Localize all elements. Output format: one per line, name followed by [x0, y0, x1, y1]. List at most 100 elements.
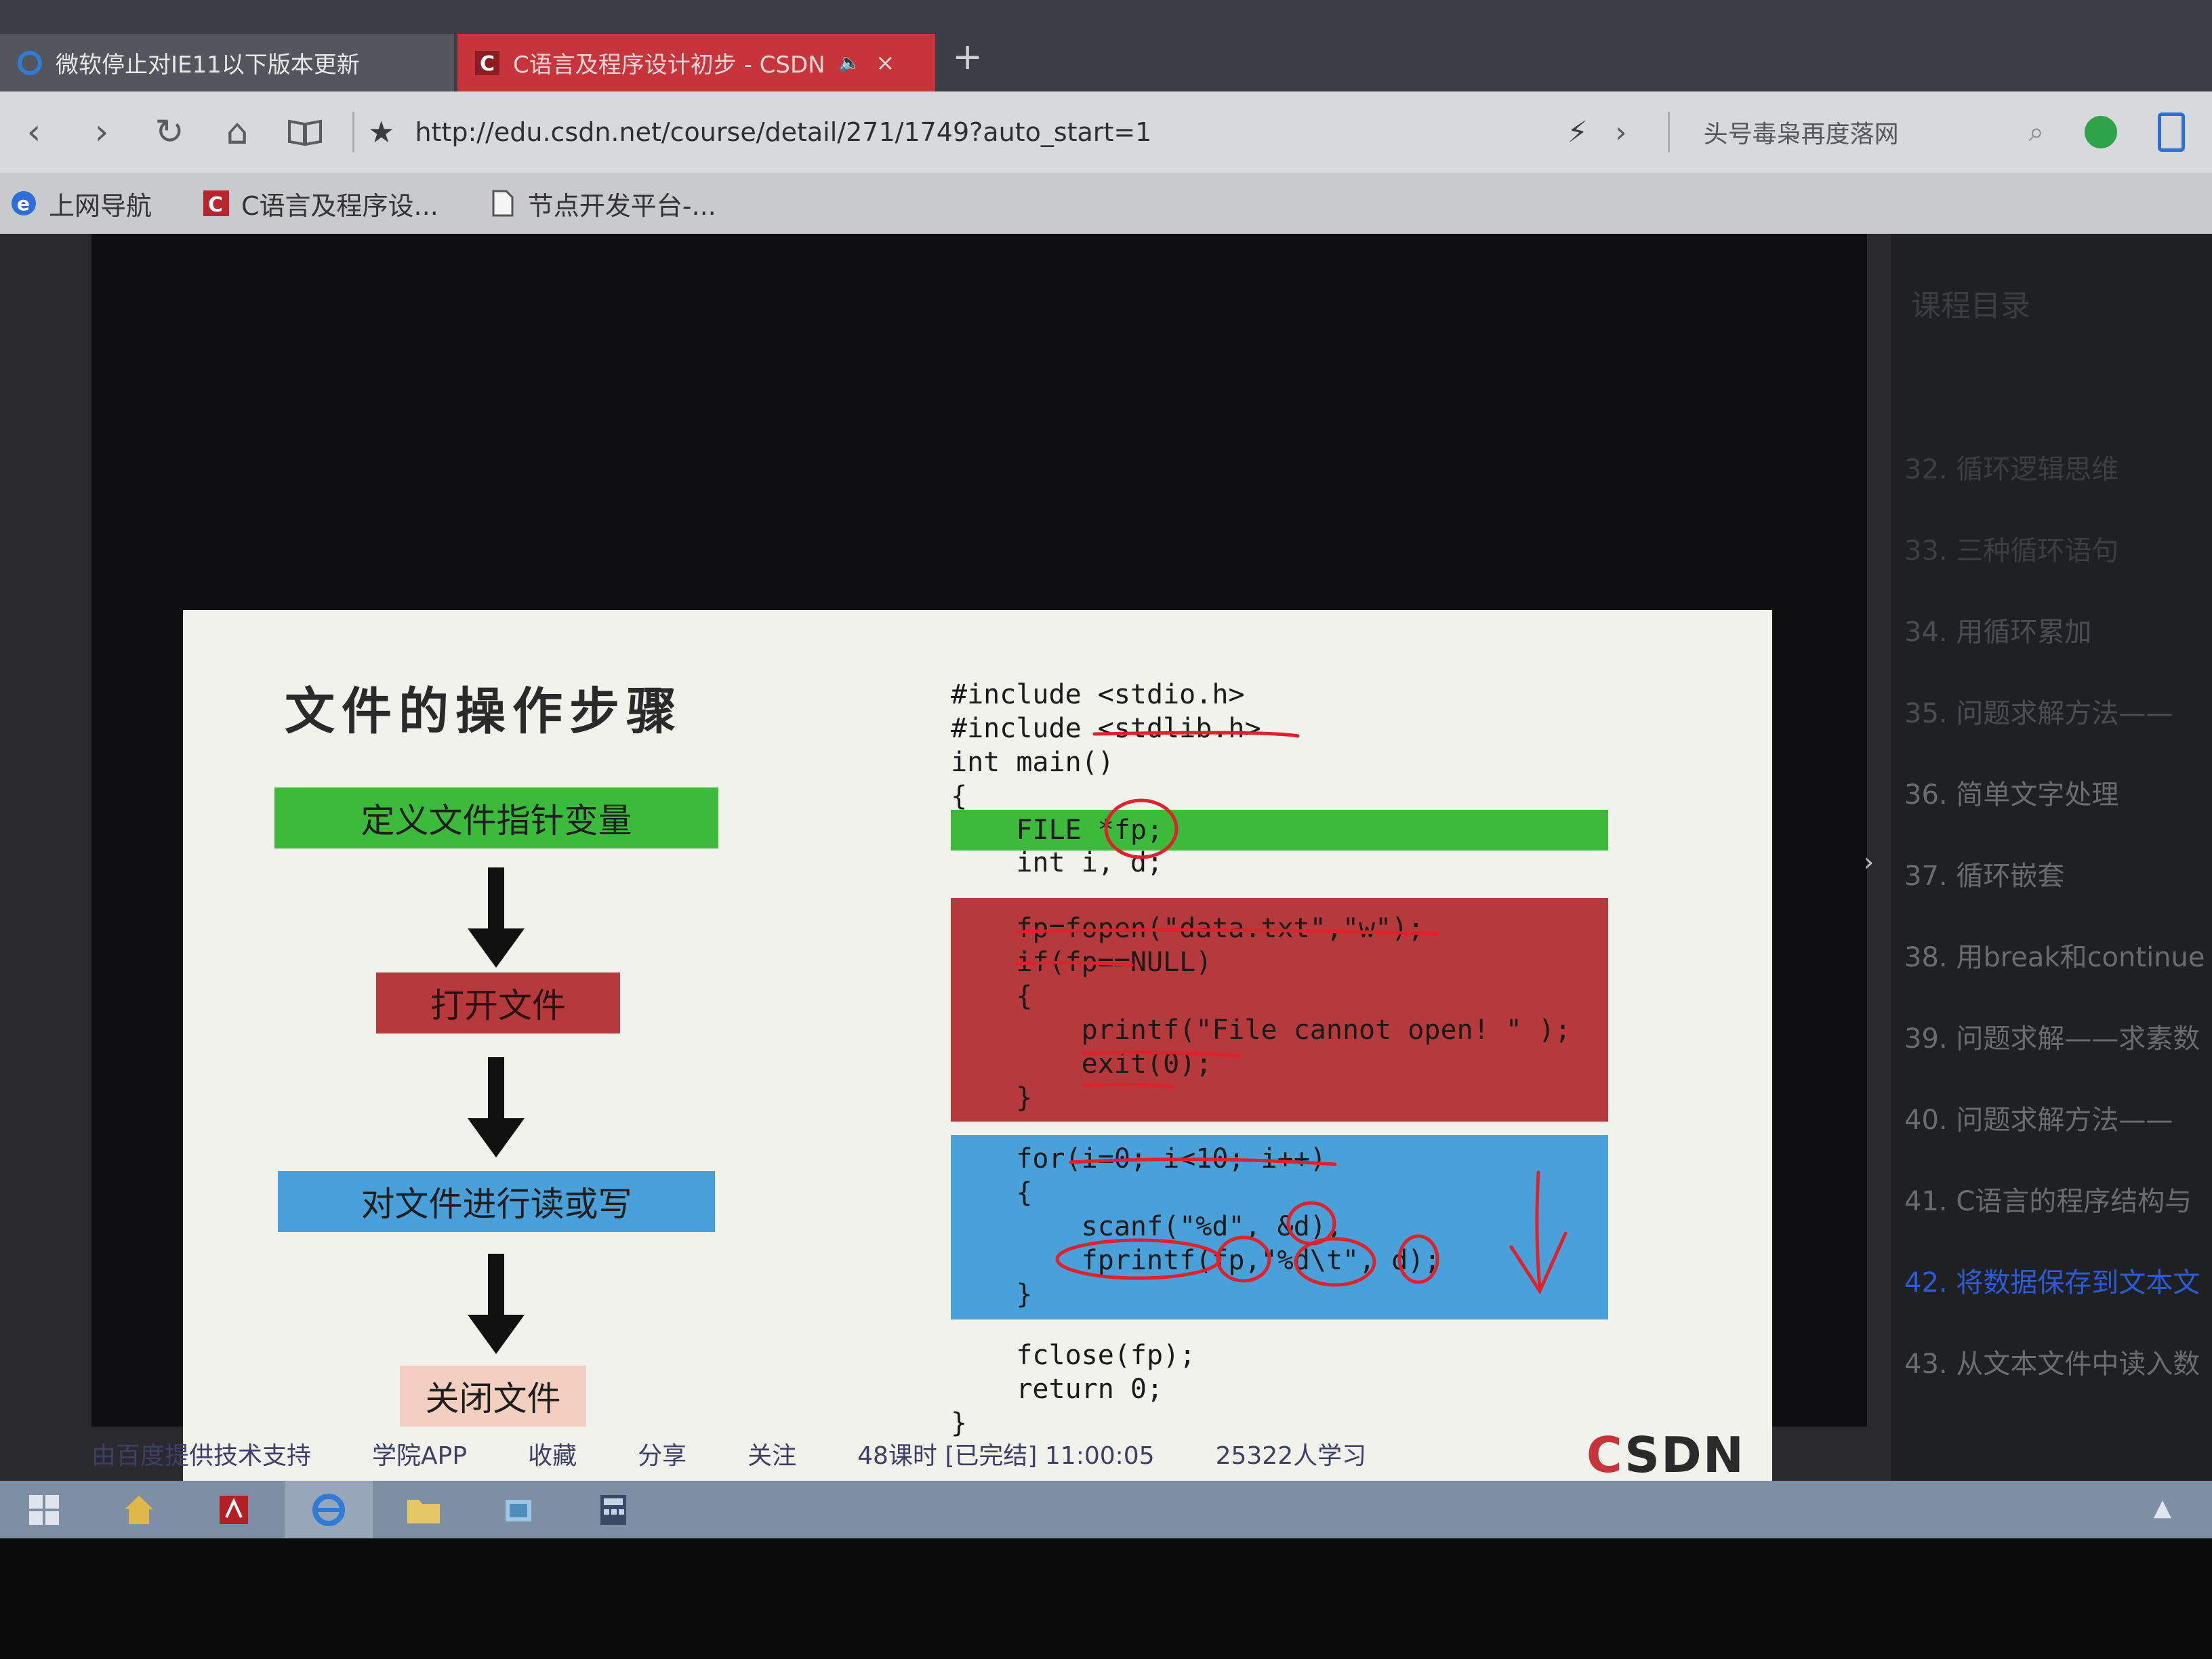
chapter-item[interactable]: 32. 循环逻辑思维 — [1904, 447, 2118, 487]
csdn-favicon-icon: C — [202, 189, 230, 218]
browser-tab-bar: 微软停止对IE11以下版本更新 C C语言及程序设计初步 - CSDN 🔈 × … — [0, 0, 2212, 91]
learner-count: 25322人学习 — [1215, 1442, 1367, 1470]
csdn-favicon-icon: C — [474, 49, 501, 77]
code-line: #include <stdlib.h> — [951, 713, 1261, 744]
new-tab-button[interactable]: + — [952, 35, 983, 78]
lesson-count: 48课时 [已完结] 11:00:05 — [857, 1442, 1155, 1470]
home-icon[interactable]: ⌂ — [203, 98, 271, 166]
e-logo-icon: e — [9, 189, 38, 218]
code-line: int i, d; — [951, 847, 1164, 878]
desktop-screen: 微软停止对IE11以下版本更新 C C语言及程序设计初步 - CSDN 🔈 × … — [0, 0, 2212, 1538]
code-line: exit(0); — [951, 1048, 1212, 1080]
follow-button[interactable]: 关注 — [747, 1436, 796, 1471]
tool-icon — [506, 1499, 531, 1521]
svg-text:C: C — [480, 52, 495, 76]
chapter-list: 课程目录 32. 循环逻辑思维 33. 三种循环语句 34. 用循环累加 35.… — [1891, 234, 2212, 1481]
phone-icon[interactable] — [2158, 112, 2185, 152]
taskbar-home-app[interactable] — [95, 1481, 183, 1538]
chapter-item[interactable]: 37. 循环嵌套 — [1904, 854, 2064, 893]
tray-expand-icon[interactable]: ▲ — [2154, 1494, 2171, 1521]
chapter-item[interactable]: 34. 用循环累加 — [1904, 610, 2091, 649]
chat-icon[interactable] — [2085, 116, 2117, 148]
taskbar-pdf-app[interactable] — [190, 1481, 278, 1538]
close-tab-icon[interactable]: × — [876, 49, 895, 77]
taskbar-tool-app[interactable] — [474, 1481, 562, 1538]
code-line: for(i=0; i<10; i++) — [951, 1143, 1326, 1174]
chapter-item[interactable]: 38. 用break和continue — [1904, 935, 2205, 975]
chapter-item[interactable]: 39. 问题求解——求素数 — [1904, 1017, 2200, 1056]
code-line: fclose(fp); — [951, 1340, 1196, 1371]
bookmark-nav[interactable]: e 上网导航 — [9, 185, 152, 222]
address-bar-tools: ⚡ › 头号毒枭再度落网 ⌕ — [1567, 91, 2212, 173]
bookmark-label: C语言及程序设... — [241, 190, 438, 221]
refresh-icon[interactable]: ↻ — [136, 98, 203, 166]
chapter-item[interactable]: 41. C语言的程序结构与 — [1904, 1179, 2192, 1218]
step-read-write-file: 对文件进行读或写 — [278, 1171, 715, 1232]
chapter-item[interactable]: 40. 问题求解方法—— — [1904, 1098, 2173, 1137]
browser-logo-icon — [312, 1493, 345, 1526]
chevron-right-icon[interactable]: › — [1864, 847, 1874, 877]
down-arrow-icon — [468, 1057, 525, 1158]
chapter-item[interactable]: 35. 问题求解方法—— — [1904, 691, 2173, 731]
favorite-star-icon[interactable]: ★ — [368, 115, 394, 150]
bookmark-label: 节点开发平台-... — [527, 190, 716, 221]
divider — [352, 112, 354, 152]
lightning-icon[interactable]: ⚡ — [1567, 115, 1588, 150]
url-field[interactable]: http://edu.csdn.net/course/detail/271/17… — [415, 117, 1499, 147]
pdf-icon — [220, 1495, 248, 1524]
code-line: { — [951, 981, 1033, 1012]
bookmark-dev-platform[interactable]: 节点开发平台-... — [489, 185, 716, 222]
code-line: } — [951, 1279, 1033, 1310]
chapter-item[interactable]: 36. 简单文字处理 — [1904, 773, 2118, 812]
app-download-link[interactable]: 学院APP — [372, 1436, 467, 1471]
tab-csdn-course[interactable]: C C语言及程序设计初步 - CSDN 🔈 × — [457, 34, 935, 91]
code-line: } — [951, 1082, 1033, 1113]
search-icon[interactable]: ⌕ — [2029, 117, 2044, 148]
taskbar-folder-app[interactable] — [380, 1481, 468, 1538]
code-line: int main() — [951, 747, 1114, 778]
share-button[interactable]: 分享 — [638, 1436, 687, 1471]
code-line: { — [951, 781, 968, 812]
search-box[interactable]: 头号毒枭再度落网 — [1704, 115, 2029, 150]
down-arrow-icon — [468, 867, 525, 968]
chevron-right-icon[interactable]: › — [1615, 115, 1627, 150]
tech-support-text: 由百度提供技术支持 — [91, 1442, 312, 1470]
home-icon — [125, 1495, 153, 1524]
chapter-list-title: 课程目录 — [1911, 289, 2030, 323]
reading-view-icon[interactable] — [271, 98, 339, 166]
folder-icon — [407, 1499, 440, 1523]
svg-text:e: e — [17, 192, 30, 215]
chapter-item-current[interactable]: 42. 将数据保存到文本文 — [1904, 1261, 2200, 1300]
chapter-item[interactable]: 33. 三种循环语句 — [1904, 529, 2118, 568]
code-line: FILE *fp; — [951, 815, 1164, 846]
bookmark-csdn-course[interactable]: C C语言及程序设... — [202, 185, 438, 222]
back-icon[interactable]: ‹ — [0, 98, 68, 166]
course-page: 文件的操作步骤 定义文件指针变量 打开文件 对文件进行读或写 关闭文件 #inc… — [0, 234, 2212, 1504]
os-taskbar: ▲ — [0, 1481, 2212, 1538]
code-line: { — [951, 1177, 1033, 1208]
lecture-slide: 文件的操作步骤 定义文件指针变量 打开文件 对文件进行读或写 关闭文件 #inc… — [183, 610, 1772, 1504]
start-button[interactable] — [0, 1481, 88, 1538]
taskbar-browser-app[interactable] — [285, 1481, 373, 1538]
code-line: if(fp==NULL) — [951, 947, 1212, 978]
speaker-icon[interactable]: 🔈 — [839, 53, 861, 73]
code-line: return 0; — [951, 1374, 1164, 1405]
bookmarks-bar: e 上网导航 C C语言及程序设... 节点开发平台-... — [0, 173, 2212, 234]
code-line: #include <stdio.h> — [951, 679, 1245, 710]
forward-icon[interactable]: › — [68, 98, 136, 166]
taskbar-calculator-app[interactable] — [569, 1481, 657, 1538]
page-icon — [489, 189, 517, 218]
windows-logo-icon — [29, 1494, 59, 1525]
step-define-file-pointer: 定义文件指针变量 — [274, 787, 718, 848]
step-open-file: 打开文件 — [376, 972, 620, 1033]
tab-title: C语言及程序设计初步 - CSDN — [513, 52, 825, 79]
code-line: fp=fopen("data.txt","w"); — [951, 913, 1425, 944]
code-line: fprintf(fp,"%d\t", d); — [951, 1245, 1441, 1276]
slide-title: 文件的操作步骤 — [285, 682, 683, 741]
svg-text:C: C — [208, 193, 223, 217]
chapter-item[interactable]: 43. 从文本文件中读入数 — [1904, 1342, 2200, 1381]
address-bar: ‹ › ↻ ⌂ ★ http://edu.csdn.net/course/det… — [0, 91, 2212, 173]
favorite-button[interactable]: 收藏 — [528, 1436, 577, 1471]
calculator-icon — [600, 1494, 626, 1525]
tab-ie-news[interactable]: 微软停止对IE11以下版本更新 — [0, 34, 454, 91]
